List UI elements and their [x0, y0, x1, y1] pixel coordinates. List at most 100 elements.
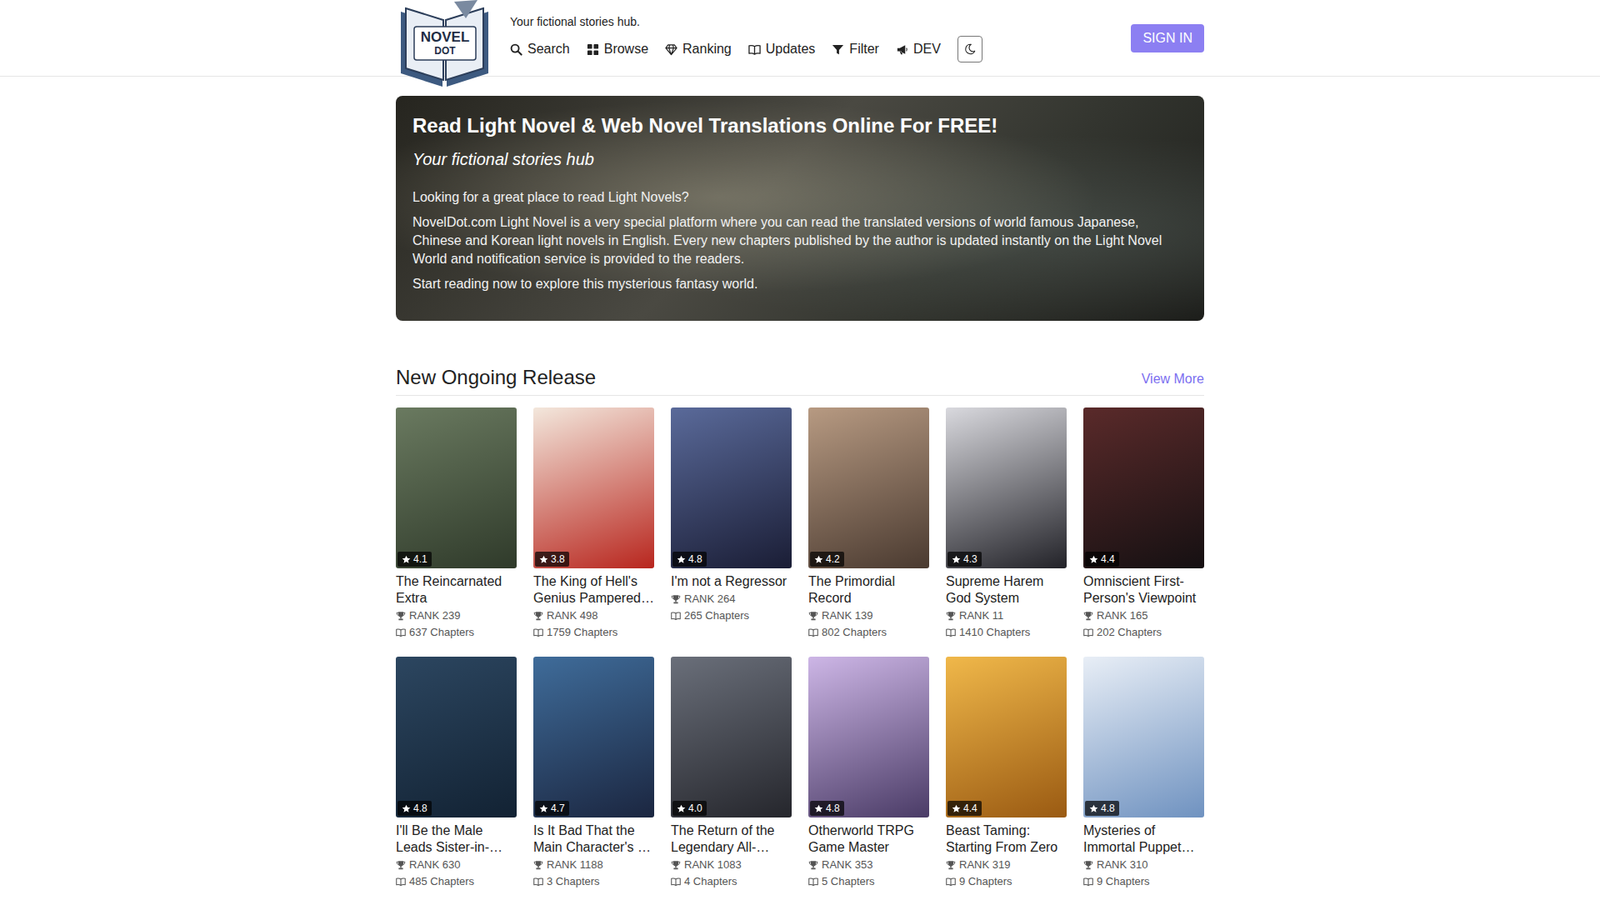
rating-badge: 3.8	[535, 551, 570, 567]
open-book-icon	[748, 43, 761, 56]
book-icon	[808, 876, 819, 887]
novel-title[interactable]: I'm not a Regressor	[670, 573, 792, 590]
nav-item[interactable]: Ranking	[665, 41, 732, 57]
star-icon	[814, 555, 824, 565]
novel-rank: RANK 239	[395, 608, 517, 624]
novel-title[interactable]: Omniscient First-Person's Viewpoint	[1083, 573, 1205, 607]
novel-chapters: 5 Chapters	[808, 874, 930, 890]
book-icon	[945, 627, 956, 638]
novel-title[interactable]: Mysteries of Immortal Puppet…	[1083, 822, 1205, 856]
new-ongoing-release-section: New Ongoing ReleaseView More 4.1 The Reinc…	[395, 364, 1205, 890]
novel-title[interactable]: I'll Be the Male Leads Sister-in-…	[395, 822, 517, 856]
novel-cover[interactable]: 4.8	[395, 656, 517, 818]
book-icon	[533, 627, 544, 638]
novel-card[interactable]: 4.3 Supreme Harem God SystemRANK 111410 C…	[945, 407, 1067, 640]
novel-cover[interactable]: 4.4	[1083, 407, 1205, 569]
novel-rank: RANK 11	[945, 608, 1067, 624]
trophy-icon	[1083, 860, 1094, 870]
novel-title[interactable]: Otherworld TRPG Game Master	[808, 822, 930, 856]
novel-rank: RANK 310	[1083, 857, 1205, 873]
novel-card[interactable]: 3.8The King of Hell's Genius Pampered…RA…	[533, 407, 655, 640]
novel-card[interactable]: 4.0The Return of the Legendary All-…RANK…	[670, 656, 792, 890]
nav-item[interactable]: Updates	[748, 41, 816, 57]
filter-icon	[831, 43, 845, 56]
novel-card[interactable]: 4.8I'll Be the Male Leads Sister-in-…RAN…	[395, 656, 517, 890]
novel-title[interactable]: The Return of the Legendary All-…	[670, 822, 792, 856]
logo-subtext: DOT	[415, 45, 475, 56]
trophy-icon	[808, 860, 819, 870]
novel-cover[interactable]: 4.8	[670, 407, 792, 569]
header: NOVELDOT Your fictional stories hub. Searc…	[0, 0, 1600, 77]
nav: Search Browse Ranking Updates Filter DEV	[510, 35, 983, 63]
book-logo-icon	[395, 0, 494, 90]
novel-title[interactable]: The Reincarnated Extra	[395, 573, 517, 607]
star-icon	[676, 804, 686, 814]
search-icon	[510, 43, 523, 56]
book-icon	[670, 876, 681, 887]
book-icon	[395, 627, 406, 638]
novel-cover[interactable]: 4.1	[395, 407, 517, 569]
theme-toggle-button[interactable]	[957, 35, 983, 63]
novel-chapters: 3 Chapters	[533, 874, 655, 890]
book-icon	[395, 876, 406, 887]
novel-card[interactable]: 4.8 Otherworld TRPG Game MasterRANK 3535 …	[808, 656, 930, 890]
view-more-link[interactable]: View More	[1141, 371, 1205, 390]
trophy-icon	[533, 860, 544, 870]
novel-cover[interactable]: 4.2	[808, 407, 930, 569]
trophy-icon	[945, 610, 956, 621]
novel-card[interactable]: 4.8 Mysteries of Immortal Puppet…RANK 310…	[1083, 656, 1205, 890]
novel-title[interactable]: Is It Bad That the Main Character's …	[533, 822, 655, 856]
novel-cover[interactable]: 4.0	[670, 656, 792, 818]
sign-in-button[interactable]: SIGN IN	[1130, 24, 1205, 53]
trophy-icon	[670, 860, 681, 870]
novel-title[interactable]: Supreme Harem God System	[945, 573, 1067, 607]
novel-card[interactable]: 4.1The Reincarnated ExtraRANK 239637 Cha…	[395, 407, 517, 640]
novel-grid: 4.1The Reincarnated ExtraRANK 239637 Cha…	[395, 407, 1205, 890]
novel-card[interactable]: 4.4 Beast Taming: Starting From ZeroRANK …	[945, 656, 1067, 890]
novel-title[interactable]: The Primordial Record	[808, 573, 930, 607]
grid-icon	[586, 43, 600, 56]
novel-card[interactable]: 4.2The Primordial RecordRANK 139802 Chap…	[808, 407, 930, 640]
logo-text: NOVEL	[415, 30, 475, 45]
trophy-icon	[395, 610, 406, 621]
novel-cover[interactable]: 4.7	[533, 656, 655, 818]
star-icon	[951, 804, 961, 814]
novel-title[interactable]: Beast Taming: Starting From Zero	[945, 822, 1067, 856]
star-icon	[676, 555, 686, 565]
novel-rank: RANK 319	[945, 857, 1067, 873]
novel-cover[interactable]: 4.4	[945, 656, 1067, 818]
novel-card[interactable]: 4.8I'm not a RegressorRANK 264265 Chapte…	[670, 407, 792, 640]
star-icon	[539, 555, 549, 565]
tagline: Your fictional stories hub.	[510, 14, 983, 30]
novel-cover[interactable]: 4.8	[808, 656, 930, 818]
novel-cover[interactable]: 4.8	[1083, 656, 1205, 818]
book-icon	[945, 876, 956, 887]
rating-badge: 4.2	[810, 551, 845, 567]
section-header: New Ongoing ReleaseView More	[395, 364, 1205, 396]
novel-card[interactable]: 4.4Omniscient First-Person's ViewpointRA…	[1083, 407, 1205, 640]
page: NOVELDOT Your fictional stories hub. Searc…	[0, 0, 1600, 900]
logo[interactable]: NOVELDOT	[395, 0, 494, 90]
novel-title[interactable]: The King of Hell's Genius Pampered…	[533, 573, 655, 607]
hero-subtitle: Your fictional stories hub	[412, 148, 1188, 170]
book-icon	[1083, 627, 1094, 638]
moon-icon	[964, 43, 976, 55]
trophy-icon	[670, 594, 681, 605]
novel-rank: RANK 353	[808, 857, 930, 873]
novel-chapters: 1410 Chapters	[945, 625, 1067, 640]
rating-badge: 4.4	[947, 800, 982, 816]
nav-item[interactable]: DEV	[895, 41, 941, 57]
novel-card[interactable]: 4.7 Is It Bad That the Main Character's ……	[533, 656, 655, 890]
novel-cover[interactable]: 4.3	[945, 407, 1067, 569]
rating-badge: 4.1	[397, 551, 432, 567]
star-icon	[401, 555, 411, 565]
novel-chapters: 9 Chapters	[1083, 874, 1205, 890]
star-icon	[1089, 555, 1099, 565]
nav-item[interactable]: Search	[510, 41, 570, 57]
book-icon	[670, 610, 681, 621]
nav-item[interactable]: Filter	[831, 41, 880, 57]
novel-cover[interactable]: 3.8	[533, 407, 655, 569]
gem-icon	[665, 43, 678, 56]
nav-item[interactable]: Browse	[586, 41, 649, 57]
rating-badge: 4.8	[1085, 800, 1120, 816]
